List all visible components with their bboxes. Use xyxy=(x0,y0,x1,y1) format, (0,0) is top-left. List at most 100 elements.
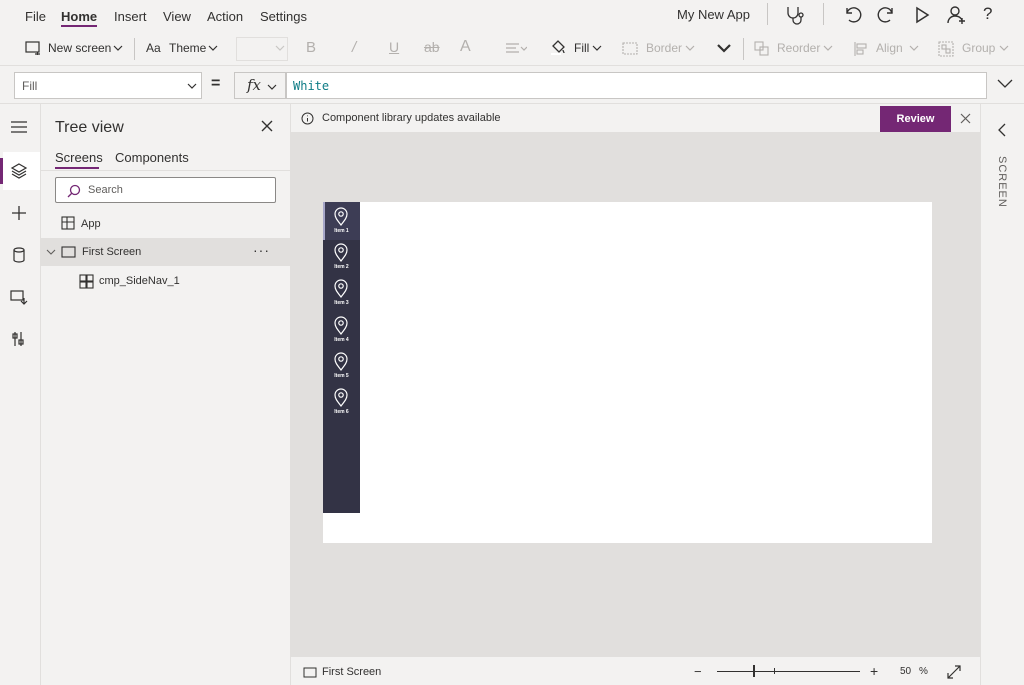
zoom-slider-thumb[interactable] xyxy=(753,665,755,677)
property-value: Fill xyxy=(22,79,38,93)
chevron-down-icon xyxy=(999,44,1009,52)
more-options-icon[interactable]: ··· xyxy=(253,242,270,258)
italic-icon[interactable]: / xyxy=(352,39,356,56)
play-icon[interactable] xyxy=(913,5,931,25)
new-screen-button[interactable]: New screen xyxy=(48,41,111,55)
font-size-dropdown[interactable] xyxy=(236,37,288,61)
chevron-down-icon xyxy=(823,44,833,52)
divider xyxy=(767,3,768,25)
zoom-value[interactable]: 50 xyxy=(900,666,911,677)
help-icon[interactable]: ? xyxy=(983,4,992,24)
reorder-button[interactable]: Reorder xyxy=(777,41,820,55)
left-rail xyxy=(0,104,41,685)
chevron-down-icon xyxy=(187,82,197,90)
fit-to-window-icon[interactable] xyxy=(947,665,961,679)
properties-panel-label[interactable]: SCREEN xyxy=(996,156,1008,208)
nav-item-label: Item 4 xyxy=(334,337,349,343)
app-name[interactable]: My New App xyxy=(677,7,750,22)
divider xyxy=(823,3,824,25)
theme-button[interactable]: Theme xyxy=(169,41,206,55)
share-icon[interactable] xyxy=(946,4,968,26)
align-button[interactable]: Align xyxy=(876,41,903,55)
screen-icon xyxy=(61,246,76,258)
location-pin-icon xyxy=(334,315,348,335)
location-pin-icon xyxy=(334,242,348,262)
tree-view-title: Tree view xyxy=(55,119,124,136)
redo-icon[interactable] xyxy=(877,5,897,25)
property-dropdown[interactable]: Fill xyxy=(14,72,202,99)
chevron-down-icon xyxy=(267,83,277,91)
nav-item-label: Item 2 xyxy=(334,264,349,270)
nav-item[interactable]: Item 1 xyxy=(323,202,360,238)
status-screen-name[interactable]: First Screen xyxy=(322,666,381,678)
equals-sign: = xyxy=(211,75,221,92)
divider xyxy=(743,38,744,60)
zoom-out-icon[interactable]: − xyxy=(694,664,702,679)
side-nav-component[interactable]: Item 1 Item 2 Item 3 Item 4 Item 5 Item … xyxy=(323,202,360,513)
more-chevron-icon[interactable] xyxy=(716,41,732,55)
data-icon[interactable] xyxy=(10,246,28,264)
tab-active-indicator xyxy=(55,167,99,169)
formula-input[interactable]: White xyxy=(286,72,987,99)
nav-item[interactable]: Item 3 xyxy=(323,274,360,310)
zoom-in-icon[interactable]: + xyxy=(870,663,878,679)
tree-item-first-screen[interactable]: First Screen ··· xyxy=(41,238,291,266)
review-button[interactable]: Review xyxy=(880,106,951,132)
menu-insert[interactable]: Insert xyxy=(114,9,147,24)
border-button[interactable]: Border xyxy=(646,41,682,55)
location-pin-icon xyxy=(334,387,348,407)
menu-home[interactable]: Home xyxy=(61,9,97,24)
underline-icon[interactable]: U xyxy=(389,39,399,55)
chevron-down-icon xyxy=(685,44,695,52)
zoom-slider-track[interactable] xyxy=(717,671,860,672)
group-icon xyxy=(938,41,954,57)
tab-components[interactable]: Components xyxy=(115,150,189,165)
tab-screens[interactable]: Screens xyxy=(55,150,103,165)
notification-bar: Component library updates available Revi… xyxy=(291,104,980,133)
text-align-icon[interactable] xyxy=(505,42,527,56)
location-pin-icon xyxy=(334,206,348,226)
advanced-tools-icon[interactable] xyxy=(10,330,28,348)
fill-button[interactable]: Fill xyxy=(574,41,589,55)
search-placeholder: Search xyxy=(88,184,123,196)
hamburger-menu-icon[interactable] xyxy=(10,119,28,135)
chevron-down-icon xyxy=(275,44,285,52)
menu-settings[interactable]: Settings xyxy=(260,9,307,24)
close-icon[interactable] xyxy=(260,119,274,133)
menu-file[interactable]: File xyxy=(25,9,46,24)
media-icon[interactable] xyxy=(10,288,28,306)
tree-view-panel: Tree view Screens Components Search App xyxy=(41,104,291,685)
tree-search-input[interactable]: Search xyxy=(55,177,276,203)
nav-item[interactable]: Item 5 xyxy=(323,347,360,383)
group-button[interactable]: Group xyxy=(962,41,995,55)
zoom-slider-tick xyxy=(774,668,775,674)
fx-button[interactable]: fx xyxy=(234,72,286,99)
undo-icon[interactable] xyxy=(842,5,862,25)
tree-view-icon[interactable] xyxy=(10,162,28,180)
bold-icon[interactable]: B xyxy=(306,39,316,56)
screen-artboard[interactable]: Item 1 Item 2 Item 3 Item 4 Item 5 Item … xyxy=(323,202,932,543)
properties-panel-collapsed: SCREEN xyxy=(980,104,1024,685)
align-icon xyxy=(853,41,869,57)
strikethrough-icon[interactable]: ab xyxy=(424,39,440,55)
nav-item[interactable]: Item 2 xyxy=(323,238,360,274)
insert-icon[interactable] xyxy=(10,204,28,222)
search-icon xyxy=(67,184,81,198)
formula-value: White xyxy=(293,79,330,93)
nav-item-label: Item 3 xyxy=(334,300,349,306)
chevron-left-icon[interactable] xyxy=(997,123,1007,137)
chevron-down-icon[interactable] xyxy=(46,248,56,256)
menu-action[interactable]: Action xyxy=(207,9,243,24)
fill-icon xyxy=(549,38,567,56)
expand-formula-icon[interactable] xyxy=(996,78,1014,90)
nav-item[interactable]: Item 4 xyxy=(323,311,360,347)
new-screen-icon xyxy=(25,41,41,55)
status-bar: First Screen − + 50 % xyxy=(291,656,980,685)
nav-item[interactable]: Item 6 xyxy=(323,383,360,419)
tree-item-cmp-sidenav[interactable]: cmp_SideNav_1 xyxy=(41,267,291,295)
stethoscope-icon[interactable] xyxy=(784,4,806,26)
menu-view[interactable]: View xyxy=(163,9,191,24)
tree-item-app[interactable]: App xyxy=(41,210,291,238)
close-icon[interactable] xyxy=(960,113,971,124)
font-color-icon[interactable]: A xyxy=(460,38,471,56)
